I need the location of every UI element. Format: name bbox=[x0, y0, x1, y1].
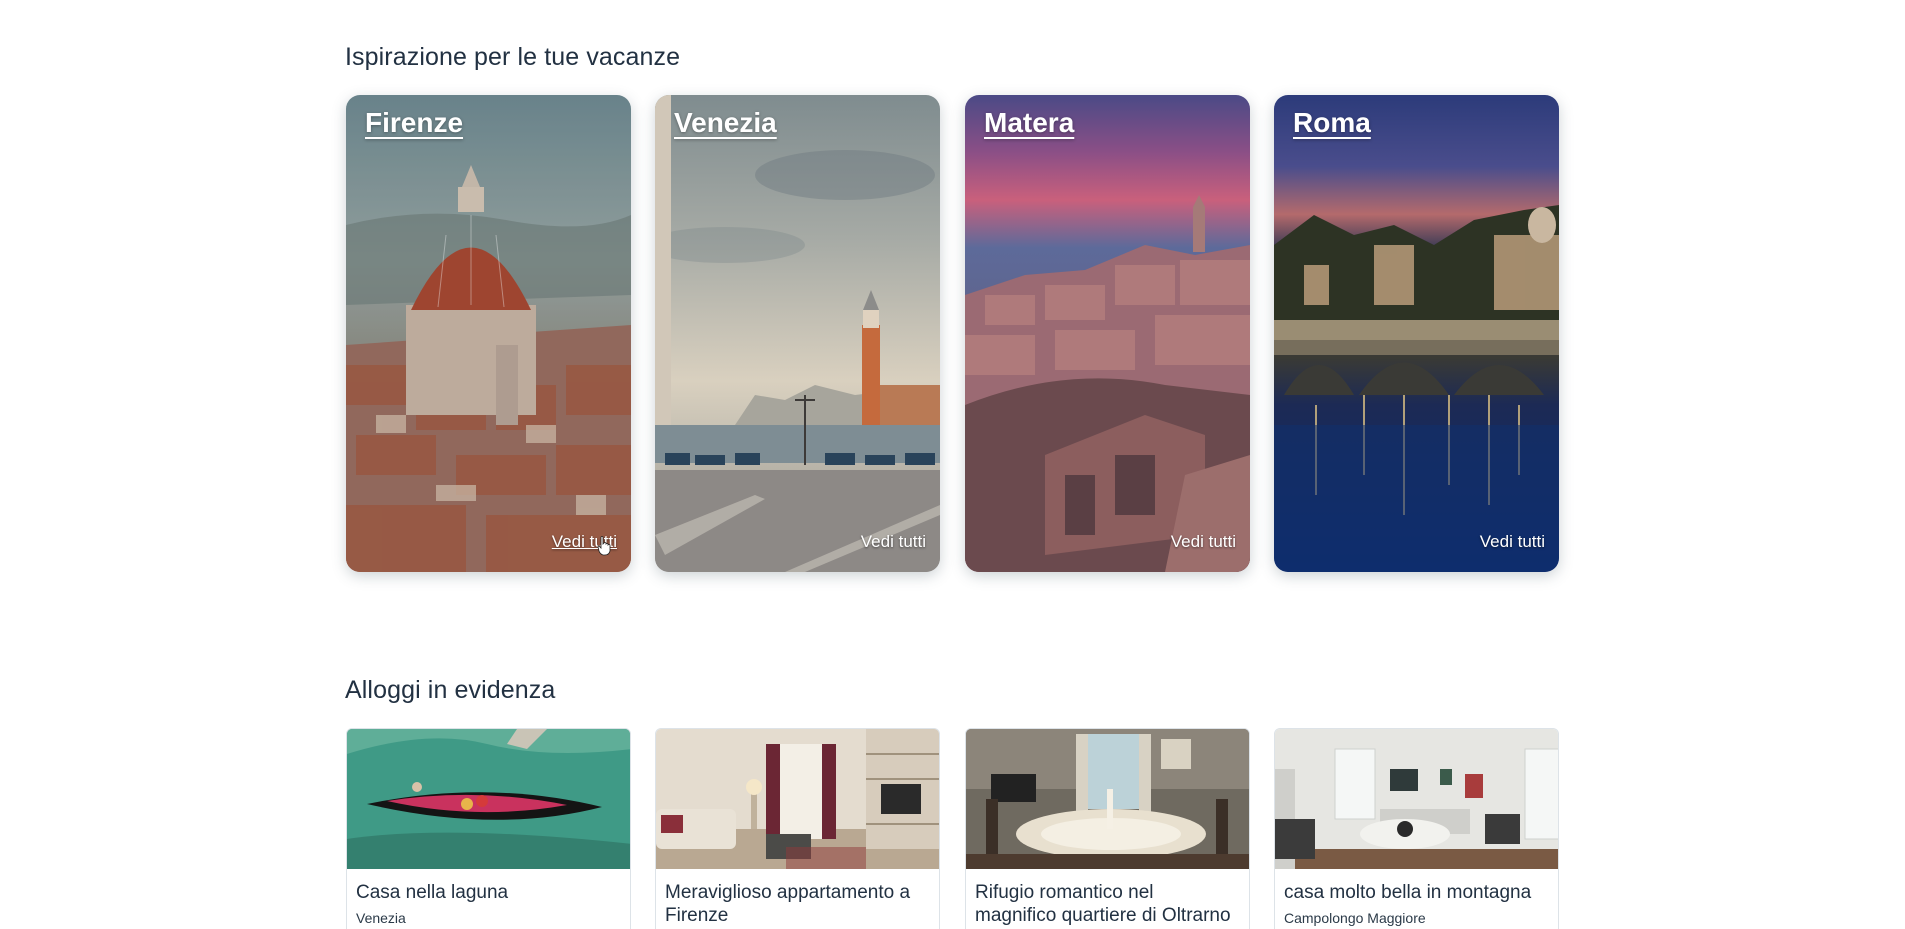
inspiration-section-title: Ispirazione per le tue vacanze bbox=[345, 43, 681, 71]
listing-card[interactable]: casa molto bella in montagna Campolongo … bbox=[1274, 728, 1559, 929]
featured-section-title: Alloggi in evidenza bbox=[345, 676, 556, 704]
destination-card-venezia[interactable]: Venezia Vedi tutti bbox=[655, 95, 940, 572]
roma-image bbox=[1274, 95, 1559, 572]
hand-cursor-icon bbox=[597, 536, 611, 556]
listing-photo-apartment bbox=[1275, 729, 1558, 869]
listing-title[interactable]: casa molto bella in montagna bbox=[1284, 881, 1549, 904]
see-all-link[interactable]: Vedi tutti bbox=[861, 532, 926, 552]
listing-title[interactable]: Rifugio romantico nel magnifico quartier… bbox=[975, 881, 1240, 929]
see-all-link[interactable]: Vedi tutti bbox=[1480, 532, 1545, 552]
matera-image bbox=[965, 95, 1250, 572]
listing-location: Campolongo Maggiore bbox=[1284, 910, 1426, 926]
destination-name[interactable]: Firenze bbox=[365, 107, 463, 139]
venezia-image bbox=[655, 95, 940, 572]
listing-card[interactable]: Meraviglioso appartamento a Firenze bbox=[655, 728, 940, 929]
destination-name[interactable]: Matera bbox=[984, 107, 1074, 139]
listing-title[interactable]: Meraviglioso appartamento a Firenze bbox=[665, 881, 930, 927]
page: Ispirazione per le tue vacanze Firenze V… bbox=[0, 0, 1905, 929]
listing-photo-dining-room bbox=[966, 729, 1249, 869]
listing-location: Venezia bbox=[356, 910, 406, 926]
destination-card-roma[interactable]: Roma Vedi tutti bbox=[1274, 95, 1559, 572]
listing-photo-living-room bbox=[656, 729, 939, 869]
destination-card-matera[interactable]: Matera Vedi tutti bbox=[965, 95, 1250, 572]
listing-photo-gondola bbox=[347, 729, 630, 869]
destination-name[interactable]: Venezia bbox=[674, 107, 777, 139]
listing-card[interactable]: Casa nella laguna Venezia bbox=[346, 728, 631, 929]
destination-card-firenze[interactable]: Firenze Vedi tutti bbox=[346, 95, 631, 572]
see-all-link[interactable]: Vedi tutti bbox=[1171, 532, 1236, 552]
listing-title[interactable]: Casa nella laguna bbox=[356, 881, 621, 904]
firenze-image bbox=[346, 95, 631, 572]
listing-card[interactable]: Rifugio romantico nel magnifico quartier… bbox=[965, 728, 1250, 929]
destination-name[interactable]: Roma bbox=[1293, 107, 1371, 139]
